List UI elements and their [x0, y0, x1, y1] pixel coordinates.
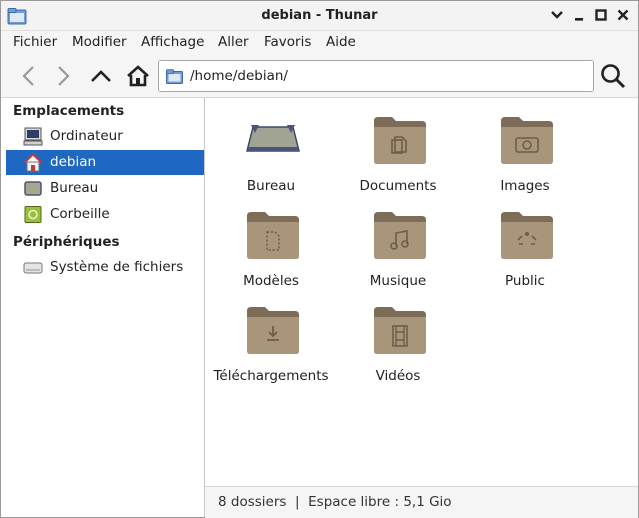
close-icon[interactable] [615, 7, 631, 23]
file-view[interactable]: Bureau Documents Images Modèles Musique … [205, 98, 638, 486]
pictures-folder-icon [501, 117, 553, 164]
file-item-label: Téléchargements [213, 368, 329, 384]
file-item-label: Documents [359, 178, 437, 194]
sidebar-item-systeme-de-fichiers[interactable]: Système de fichiers [6, 255, 204, 280]
menu-fichier[interactable]: Fichier [13, 34, 57, 50]
file-item-label: Modèles [243, 273, 299, 289]
computer-icon [23, 127, 43, 146]
menu-aide[interactable]: Aide [326, 34, 356, 50]
toolbar: /home/debian/ [1, 55, 638, 98]
forward-icon[interactable] [50, 63, 76, 89]
sidebar-item-label: Corbeille [50, 206, 110, 222]
menu-aller[interactable]: Aller [218, 34, 249, 50]
location-path: /home/debian/ [190, 68, 288, 84]
sidebar-item-label: Ordinateur [50, 128, 123, 144]
templates-folder-icon [247, 212, 299, 259]
sidebar-item-label: debian [50, 154, 97, 170]
file-item-public[interactable]: Public [465, 198, 585, 289]
file-item-modeles[interactable]: Modèles [211, 198, 331, 289]
file-item-label: Public [505, 273, 545, 289]
downloads-folder-icon [247, 307, 299, 354]
sidebar-item-corbeille[interactable]: Corbeille [6, 202, 204, 227]
file-item-musique[interactable]: Musique [338, 198, 458, 289]
drive-icon [23, 262, 43, 274]
chevron-down-icon[interactable] [549, 7, 565, 23]
public-folder-icon [501, 212, 553, 259]
file-item-label: Musique [369, 273, 427, 289]
file-item-documents[interactable]: Documents [338, 103, 458, 194]
sidebar-item-ordinateur[interactable]: Ordinateur [6, 124, 204, 149]
videos-folder-icon [374, 307, 426, 354]
sidebar-item-bureau[interactable]: Bureau [6, 176, 204, 201]
window-title: debian - Thunar [261, 8, 378, 23]
status-bar: 8 dossiers | Espace libre : 5,1 Gio [205, 486, 638, 518]
file-item-label: Bureau [246, 178, 296, 194]
desktop-icon [24, 181, 42, 196]
home-icon[interactable] [125, 63, 151, 89]
file-item-images[interactable]: Images [465, 103, 585, 194]
desktop-folder-icon [246, 125, 300, 152]
sidebar-heading-peripheriques: Périphériques [13, 234, 120, 250]
menu-affichage[interactable]: Affichage [141, 34, 204, 50]
sidebar-heading-emplacements: Emplacements [13, 103, 125, 119]
menu-modifier[interactable]: Modifier [72, 34, 127, 50]
file-item-label: Vidéos [375, 368, 421, 384]
up-icon[interactable] [88, 63, 114, 89]
menu-bar: Fichier Modifier Affichage Aller Favoris… [1, 31, 638, 55]
menu-favoris[interactable]: Favoris [264, 34, 311, 50]
search-icon[interactable] [599, 62, 627, 90]
title-bar[interactable]: debian - Thunar [1, 1, 638, 31]
music-folder-icon [374, 212, 426, 259]
maximize-icon[interactable] [593, 7, 609, 23]
minimize-icon[interactable] [571, 7, 587, 23]
folder-icon [166, 69, 183, 84]
status-text: 8 dossiers | Espace libre : 5,1 Gio [218, 494, 452, 510]
file-item-label: Images [500, 178, 550, 194]
thunar-window: debian - Thunar Fichier Modifier Afficha… [0, 0, 639, 518]
location-bar[interactable]: /home/debian/ [158, 60, 594, 92]
documents-folder-icon [374, 117, 426, 164]
file-item-telechargements[interactable]: Téléchargements [211, 293, 331, 384]
sidebar-item-label: Système de fichiers [50, 259, 184, 275]
sidebar-item-label: Bureau [50, 180, 99, 196]
file-item-videos[interactable]: Vidéos [338, 293, 458, 384]
back-icon[interactable] [16, 63, 42, 89]
home-icon [23, 153, 43, 172]
file-item-bureau[interactable]: Bureau [211, 103, 331, 194]
sidebar-item-debian[interactable]: debian [6, 150, 204, 175]
trash-icon [24, 206, 42, 223]
sidebar: Emplacements Ordinateur debian Bureau Co… [1, 98, 205, 517]
